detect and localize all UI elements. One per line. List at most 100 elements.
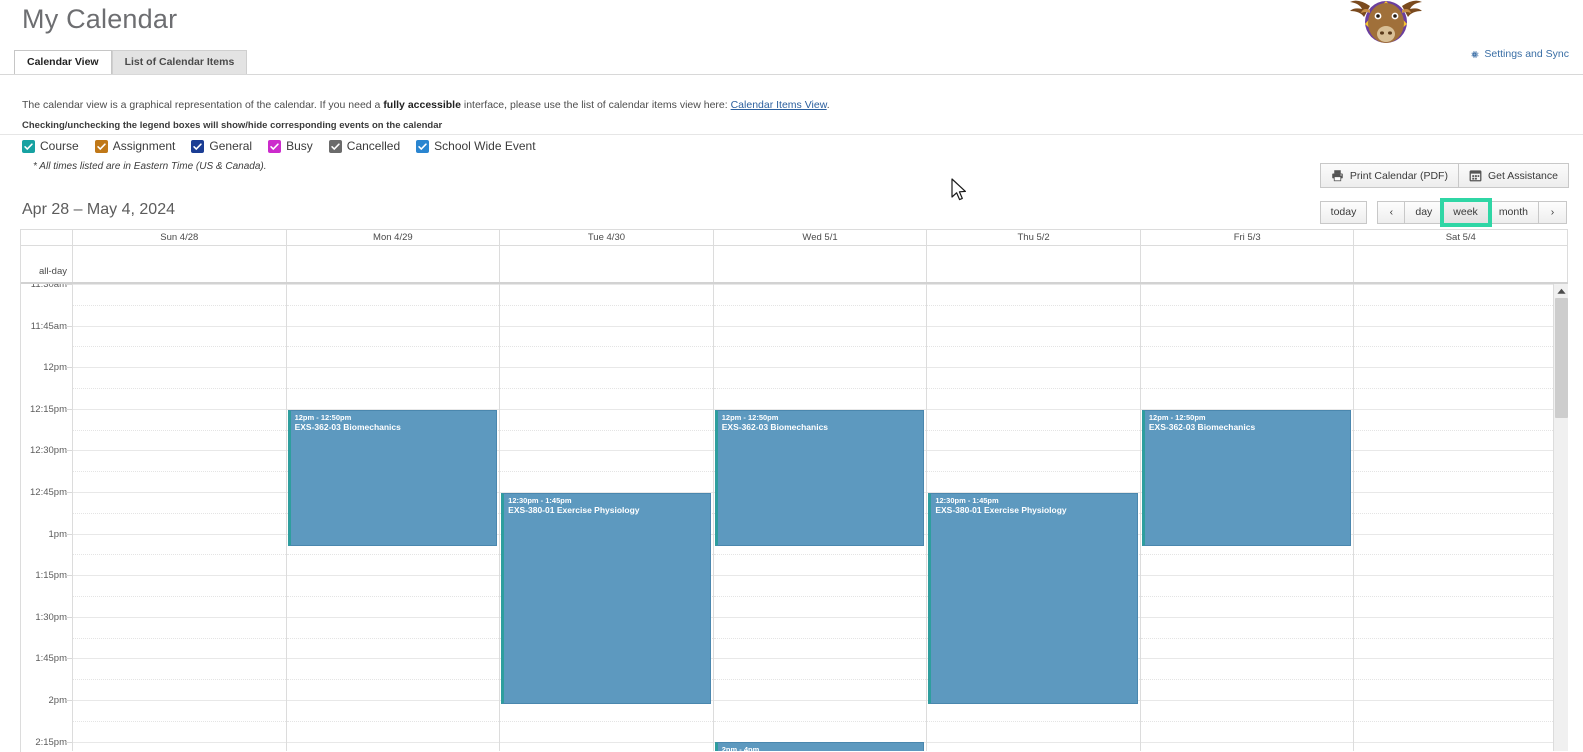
legend-item-course[interactable]: Course bbox=[22, 139, 79, 153]
legend-hint-text: Checking/unchecking the legend boxes wil… bbox=[22, 120, 443, 131]
day-header-fri: Fri 5/3 bbox=[1141, 230, 1355, 245]
check-icon bbox=[96, 142, 106, 150]
tabs-divider bbox=[0, 74, 1583, 75]
all-day-cell-tue[interactable] bbox=[500, 246, 714, 282]
calendar-event[interactable]: 12pm - 12:50pm EXS-362-03 Biomechanics bbox=[714, 410, 925, 546]
grid-line-major bbox=[286, 575, 500, 577]
legend-label-course: Course bbox=[40, 139, 79, 153]
grid-line-major bbox=[1354, 533, 1568, 535]
next-button[interactable]: › bbox=[1539, 201, 1567, 224]
grid-line-major bbox=[1140, 575, 1354, 577]
grid-line-major bbox=[1354, 616, 1568, 618]
calendar-event[interactable]: 12:30pm - 1:45pm EXS-380-01 Exercise Phys… bbox=[928, 493, 1138, 704]
check-icon bbox=[418, 142, 427, 150]
checkbox-assignment[interactable] bbox=[94, 139, 108, 153]
day-column-mon[interactable]: 12pm - 12:50pm EXS-362-03 Biomechanics bbox=[286, 284, 501, 751]
legend-item-busy[interactable]: Busy bbox=[268, 139, 313, 153]
tab-list-of-calendar-items-label: List of Calendar Items bbox=[124, 56, 235, 68]
check-icon bbox=[24, 142, 33, 150]
legend-label-general: General bbox=[209, 139, 253, 153]
check-icon bbox=[270, 142, 279, 150]
event-time: 2pm - 4pm bbox=[721, 745, 760, 751]
grid-line-major bbox=[927, 284, 1140, 285]
grid-line-minor bbox=[713, 596, 927, 597]
all-day-cell-sat[interactable] bbox=[1354, 246, 1568, 282]
time-gutter: 11:30am 11:45am 12pm 12:15pm 12:30pm 12:45pm 1… bbox=[21, 284, 73, 751]
legend-item-general[interactable]: General bbox=[191, 139, 252, 153]
time-slot-label: 12:45pm bbox=[30, 487, 67, 498]
scroll-up-arrow-icon[interactable] bbox=[1556, 286, 1567, 297]
settings-and-sync-link[interactable]: Settings and Sync bbox=[1469, 48, 1569, 60]
event-time: 12pm - 12:50pm bbox=[1148, 413, 1206, 422]
grid-line-minor bbox=[73, 388, 286, 389]
grid-line-major bbox=[1354, 450, 1568, 452]
grid-line-minor bbox=[1354, 512, 1568, 514]
grid-line-major bbox=[1354, 492, 1568, 493]
checkbox-school-wide-event[interactable] bbox=[416, 139, 430, 153]
grid-line-major bbox=[1354, 325, 1568, 327]
grid-line-minor bbox=[1354, 388, 1568, 389]
grid-line-minor bbox=[1140, 596, 1354, 597]
all-day-cell-sun[interactable] bbox=[73, 246, 287, 282]
day-column-tue[interactable]: 12:30pm - 1:45pm EXS-380-01 Exercise Phys… bbox=[500, 284, 714, 751]
grid-line-major bbox=[1140, 325, 1354, 327]
checkbox-cancelled[interactable] bbox=[328, 139, 342, 153]
day-column-thu[interactable]: 12:30pm - 1:45pm EXS-380-01 Exercise Phys… bbox=[927, 284, 1141, 751]
view-tabs: Calendar View List of Calendar Items bbox=[14, 50, 248, 74]
all-day-cell-mon[interactable] bbox=[286, 246, 501, 282]
grid-line-major bbox=[1354, 741, 1568, 743]
checkbox-busy[interactable] bbox=[268, 139, 282, 153]
check-icon bbox=[331, 142, 340, 150]
print-calendar-button[interactable]: Print Calendar (PDF) bbox=[1319, 163, 1459, 188]
calendar-event[interactable]: 12:30pm - 1:45pm EXS-380-01 Exercise Phys… bbox=[501, 493, 711, 704]
grid-line-major bbox=[713, 284, 927, 285]
all-day-cell-thu[interactable] bbox=[927, 246, 1141, 282]
all-day-cell-wed[interactable] bbox=[713, 246, 928, 282]
grid-line-minor bbox=[927, 471, 1140, 473]
page-title: My Calendar bbox=[22, 4, 178, 34]
legend-item-assignment[interactable]: Assignment bbox=[94, 139, 176, 153]
day-column-wed[interactable]: 12pm - 12:50pm EXS-362-03 Biomechanics 2pm… bbox=[713, 284, 928, 751]
day-column-sun[interactable] bbox=[73, 284, 287, 751]
view-month-button[interactable]: month bbox=[1488, 201, 1539, 224]
tab-calendar-view[interactable]: Calendar View bbox=[14, 50, 112, 74]
calendar-nav: today ‹ day week month › bbox=[1319, 199, 1567, 226]
vertical-scrollbar[interactable] bbox=[1553, 284, 1568, 751]
time-grid-scroll-area[interactable]: 11:30am 11:45am 12pm 12:15pm 12:30pm 12:45pm 1… bbox=[21, 284, 1568, 751]
checkbox-general[interactable] bbox=[191, 139, 205, 153]
grid-line-minor bbox=[1140, 346, 1354, 348]
day-column-sat[interactable] bbox=[1354, 284, 1568, 751]
scrollbar-thumb[interactable] bbox=[1555, 298, 1568, 418]
get-assistance-button[interactable]: Get Assistance bbox=[1458, 163, 1569, 188]
day-column-fri[interactable]: 12pm - 12:50pm EXS-362-03 Biomechanics bbox=[1140, 284, 1355, 751]
grid-line-minor bbox=[73, 596, 286, 597]
grid-line-major bbox=[927, 741, 1140, 743]
view-week-button[interactable]: week bbox=[1441, 199, 1491, 226]
time-slot-label: 1pm bbox=[48, 528, 67, 540]
time-gutter-tick bbox=[66, 616, 72, 618]
all-day-cell-fri[interactable] bbox=[1140, 246, 1355, 282]
grid-line-major bbox=[500, 325, 713, 327]
grid-line-major bbox=[1354, 658, 1568, 660]
checkbox-course[interactable] bbox=[22, 139, 35, 153]
calendar-day-header-row: Sun 4/28 Mon 4/29 Tue 4/30 Wed 5/1 Thu 5… bbox=[21, 230, 1568, 246]
legend-label-assignment: Assignment bbox=[112, 139, 176, 153]
view-switcher: ‹ day week month › bbox=[1377, 199, 1567, 226]
tab-list-of-calendar-items[interactable]: List of Calendar Items bbox=[111, 50, 248, 74]
grid-line-major bbox=[73, 616, 286, 618]
mouse-cursor bbox=[951, 178, 966, 201]
calendar-event[interactable]: 2pm - 4pmEXL-362-04 Biomechanics Laborat… bbox=[714, 742, 925, 751]
prev-button[interactable]: ‹ bbox=[1377, 201, 1406, 224]
calendar-event[interactable]: 12pm - 12:50pm EXS-362-03 Biomechanics bbox=[1141, 410, 1352, 546]
legend-item-cancelled[interactable]: Cancelled bbox=[328, 139, 400, 153]
view-day-button[interactable]: day bbox=[1405, 201, 1444, 224]
grid-line-minor bbox=[713, 679, 927, 681]
today-button[interactable]: today bbox=[1319, 201, 1368, 224]
calendar-items-view-link[interactable]: Calendar Items View bbox=[731, 99, 827, 111]
legend-item-school-wide-event[interactable]: School Wide Event bbox=[416, 139, 536, 153]
calendar-event[interactable]: 12pm - 12:50pm EXS-362-03 Biomechanics bbox=[287, 410, 498, 546]
print-calendar-label: Print Calendar (PDF) bbox=[1349, 169, 1448, 182]
grid-line-major bbox=[73, 492, 286, 493]
grid-line-minor bbox=[927, 346, 1140, 348]
grid-line-minor bbox=[286, 554, 500, 556]
